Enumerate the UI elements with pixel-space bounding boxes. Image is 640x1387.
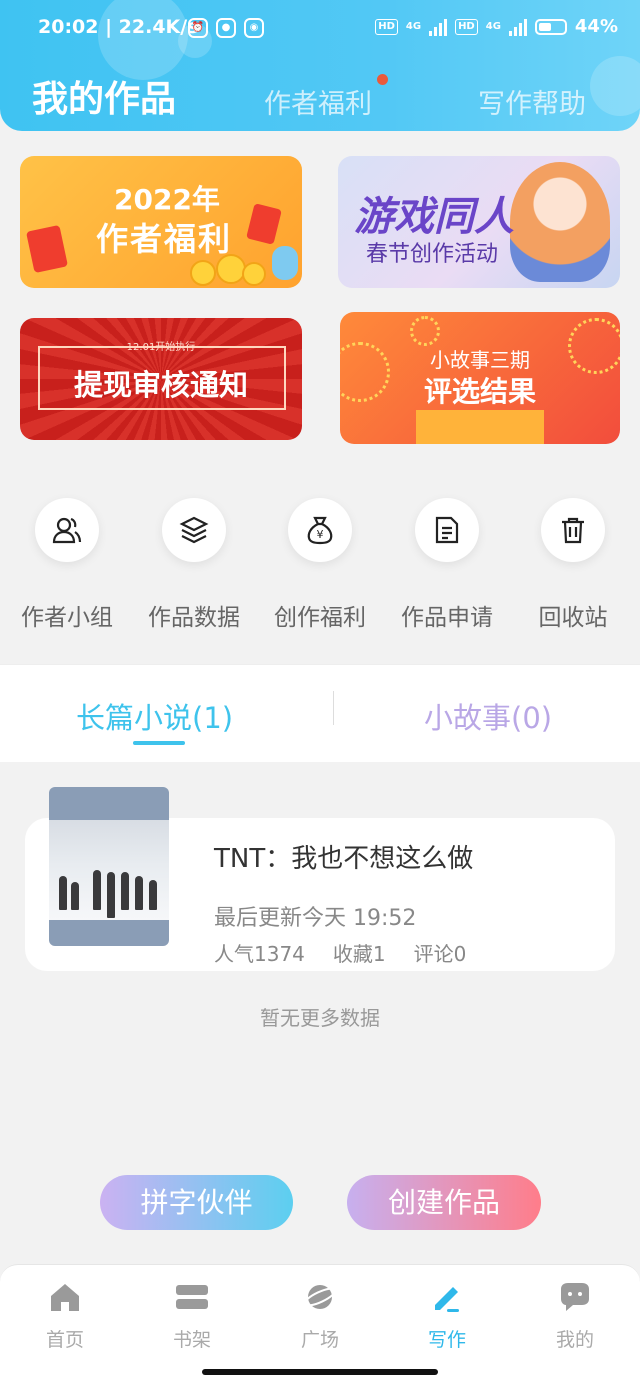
cover-figure <box>59 876 67 910</box>
action-label: 作品数据 <box>148 605 240 631</box>
podium-decor <box>416 410 544 444</box>
app-notification-icon: ◉ <box>244 18 264 38</box>
pen-icon <box>435 1287 459 1312</box>
jar-icon <box>272 246 298 280</box>
banner-subtitle: 春节创作活动 <box>366 242 499 267</box>
anime-girl-illustration <box>510 162 610 282</box>
work-updated: 最后更新今天 19:52 <box>214 906 417 931</box>
nav-label: 我的 <box>555 1329 594 1351</box>
banner-title: 作者福利 <box>96 220 233 258</box>
header-tabs: 我的作品 作者福利 写作帮助 <box>0 66 640 126</box>
tab-novels[interactable]: 长篇小说(1) <box>76 695 233 737</box>
banner-story-results[interactable]: 小故事三期 评选结果 <box>340 312 620 444</box>
tab-my-works[interactable]: 我的作品 <box>32 70 176 122</box>
cover-figure <box>135 876 143 910</box>
tab-divider <box>333 691 334 725</box>
coin-icon <box>242 262 266 286</box>
tab-author-benefits[interactable]: 作者福利 <box>264 82 372 121</box>
home-icon <box>51 1284 79 1311</box>
chat-bubble-icon <box>561 1283 589 1311</box>
coin-icon <box>190 260 216 286</box>
works-tabs: 长篇小说(1) 小故事(0) <box>0 664 640 762</box>
status-time: 20:02 | 22.4K/s <box>38 16 199 38</box>
banner-caption: 12.01开始执行 <box>126 342 196 353</box>
action-recycle-bin[interactable]: 回收站 <box>509 498 637 632</box>
favorites-count: 收藏1 <box>332 942 386 966</box>
network-label: 4G <box>485 21 501 32</box>
status-notification-icons: ⏰ ● ◉ <box>188 18 264 38</box>
writing-partner-button[interactable]: 拼字伙伴 <box>100 1175 293 1230</box>
cover-figure <box>107 872 115 918</box>
active-tab-indicator <box>133 741 185 745</box>
status-right: HD 4G HD 4G 44% <box>375 16 618 37</box>
action-label: 作品申请 <box>401 605 493 631</box>
app-notification-icon: ● <box>216 18 236 38</box>
cover-figure <box>71 882 79 910</box>
tab-short-stories[interactable]: 小故事(0) <box>424 695 552 737</box>
comments-count: 评论0 <box>413 942 467 966</box>
work-title[interactable]: TNT：我也不想这么做 <box>214 838 473 875</box>
action-label: 回收站 <box>538 605 608 631</box>
action-label: 作者小组 <box>21 605 113 631</box>
red-envelope-icon <box>26 224 68 274</box>
nav-write[interactable]: 写作 <box>383 1279 511 1352</box>
work-stats: 人气1374 收藏1 评论0 <box>214 938 466 967</box>
nav-plaza[interactable]: 广场 <box>256 1279 384 1352</box>
bookshelf-icon <box>176 1285 208 1309</box>
trash-icon <box>541 498 605 562</box>
tab-writing-help[interactable]: 写作帮助 <box>478 82 586 121</box>
popularity-count: 人气1374 <box>214 942 305 966</box>
svg-text:¥: ¥ <box>317 528 324 541</box>
hd-badge: HD <box>375 18 398 35</box>
action-label: 创作福利 <box>274 605 366 631</box>
nav-mine[interactable]: 我的 <box>511 1279 639 1352</box>
battery-icon <box>534 18 567 35</box>
nav-home[interactable]: 首页 <box>1 1279 129 1352</box>
book-cover[interactable] <box>49 787 169 946</box>
layers-icon <box>162 498 226 562</box>
signal-icon <box>508 18 527 36</box>
banner-title: 游戏同人 <box>354 193 514 240</box>
banner-author-benefits[interactable]: 2022年 作者福利 <box>20 156 302 288</box>
nav-label: 首页 <box>45 1329 84 1351</box>
cover-figure <box>121 872 129 910</box>
action-author-group[interactable]: 作者小组 <box>3 498 131 632</box>
banner-title: 提现审核通知 <box>73 368 248 402</box>
home-indicator[interactable] <box>202 1369 438 1375</box>
nav-label: 写作 <box>427 1329 466 1351</box>
signal-icon <box>429 18 448 36</box>
status-bar: 20:02 | 22.4K/s ⏰ ● ◉ HD 4G HD 4G 44% <box>0 0 640 58</box>
empty-list-note: 暂无更多数据 <box>260 1006 380 1030</box>
banner-year: 2022年 <box>114 183 220 216</box>
firework-decor <box>410 316 440 346</box>
hd-badge: HD <box>455 18 478 35</box>
red-envelope-icon <box>246 203 282 245</box>
banner-withdrawal-notice[interactable]: 12.01开始执行 提现审核通知 <box>20 318 302 440</box>
battery-level: 44% <box>574 16 618 37</box>
planet-icon <box>303 1285 337 1309</box>
document-icon <box>415 498 479 562</box>
notification-dot <box>377 74 388 85</box>
banner-game-fanfic[interactable]: 游戏同人 春节创作活动 <box>338 156 620 288</box>
banner-title: 评选结果 <box>423 375 536 408</box>
nav-label: 广场 <box>300 1329 339 1351</box>
nav-bookshelf[interactable]: 书架 <box>128 1279 256 1352</box>
header: 20:02 | 22.4K/s ⏰ ● ◉ HD 4G HD 4G 44% 我的… <box>0 0 640 131</box>
banner-subtitle: 小故事三期 <box>430 348 530 372</box>
group-icon <box>35 498 99 562</box>
nav-label: 书架 <box>172 1329 211 1351</box>
action-creation-benefits[interactable]: ¥ 创作福利 <box>256 498 384 632</box>
quick-actions: 作者小组 作品数据 ¥ 创作福利 作品申请 回收站 <box>0 498 640 638</box>
action-work-application[interactable]: 作品申请 <box>383 498 511 632</box>
create-work-button[interactable]: 创建作品 <box>347 1175 541 1230</box>
cover-figure <box>149 880 157 910</box>
cover-figure <box>93 870 101 910</box>
network-label: 4G <box>405 21 422 32</box>
action-work-data[interactable]: 作品数据 <box>130 498 258 632</box>
money-bag-icon: ¥ <box>288 498 352 562</box>
alarm-icon: ⏰ <box>188 18 208 38</box>
